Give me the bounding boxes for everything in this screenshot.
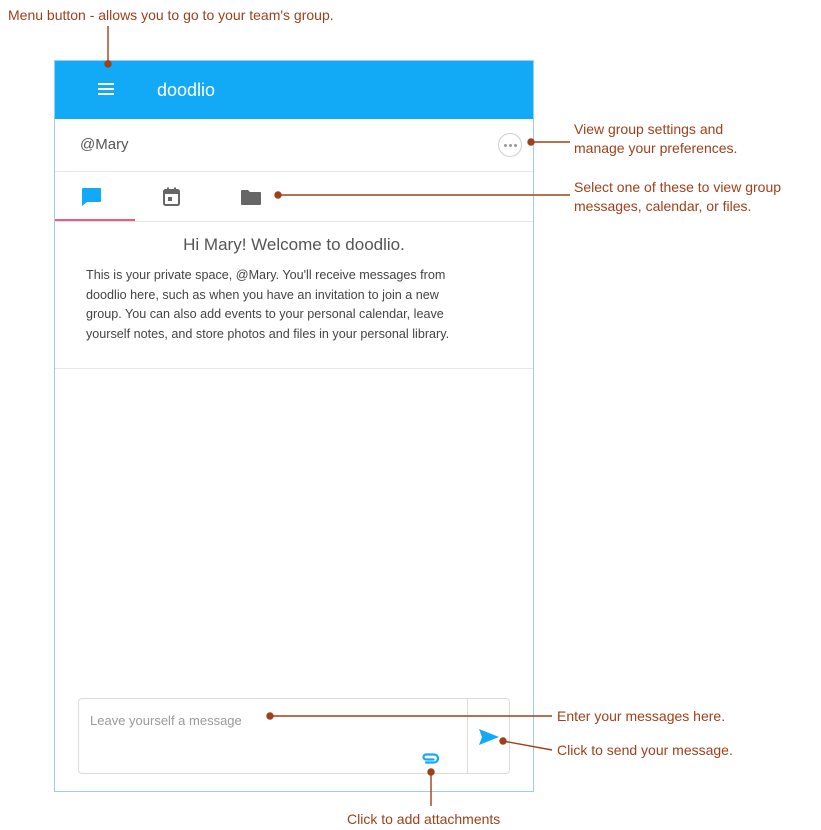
- welcome-title: Hi Mary! Welcome to doodlio.: [183, 235, 405, 254]
- group-settings-button[interactable]: [498, 133, 522, 157]
- annotation-tabs: Select one of these to view group messag…: [574, 178, 781, 216]
- group-tabs: [55, 172, 533, 222]
- group-header: @Mary: [55, 119, 533, 172]
- hamburger-icon-line: [98, 93, 114, 95]
- chat-bubble-icon: [82, 188, 101, 206]
- welcome-line: group. You can also add events to your p…: [86, 307, 444, 321]
- annotation-settings: View group settings and manage your pref…: [574, 120, 737, 158]
- welcome-line: This is your private space, @Mary. You'l…: [86, 268, 446, 282]
- attach-button[interactable]: [421, 751, 440, 767]
- top-bar: doodlio: [55, 61, 533, 119]
- app-window: doodlio @Mary Hi Mary! Welcome to doodli…: [54, 60, 534, 792]
- annotation-tabs-line2: messages, calendar, or files.: [574, 198, 752, 214]
- welcome-line: doodlio here, such as when you have an i…: [86, 287, 439, 302]
- tab-files[interactable]: [215, 172, 295, 221]
- send-icon: [479, 729, 499, 745]
- annotation-attach: Click to add attachments: [347, 811, 501, 827]
- annotation-enter: Enter your messages here.: [557, 708, 726, 724]
- more-dots-icon: [509, 144, 512, 147]
- annotation-settings-line2: manage your preferences.: [574, 140, 738, 156]
- message-input[interactable]: [79, 699, 467, 773]
- annotation-tabs-line1: Select one of these to view group: [574, 179, 782, 195]
- folder-icon: [241, 190, 261, 205]
- welcome-body: This is your private space, @Mary. You'l…: [86, 266, 516, 344]
- more-dots-icon: [514, 144, 517, 147]
- message-composer: [78, 698, 510, 774]
- more-dots-icon: [504, 144, 507, 147]
- paperclip-icon: [422, 753, 440, 764]
- annotation-menu: Menu button - allows you to go to your t…: [8, 7, 334, 23]
- app-title: doodlio: [157, 80, 216, 100]
- hamburger-icon-line: [98, 88, 114, 90]
- calendar-icon: [163, 187, 180, 206]
- tab-messages[interactable]: [55, 172, 135, 221]
- group-name: @Mary: [80, 136, 129, 153]
- send-button[interactable]: [467, 699, 509, 773]
- welcome-line: yourself notes, and store photos and fil…: [86, 326, 450, 341]
- tab-calendar[interactable]: [137, 172, 217, 221]
- menu-button[interactable]: [95, 78, 119, 102]
- hamburger-icon-line: [98, 83, 114, 85]
- annotation-send: Click to send your message.: [557, 742, 733, 758]
- welcome-message: Hi Mary! Welcome to doodlio. This is you…: [55, 222, 533, 369]
- annotation-settings-line1: View group settings and: [574, 121, 724, 137]
